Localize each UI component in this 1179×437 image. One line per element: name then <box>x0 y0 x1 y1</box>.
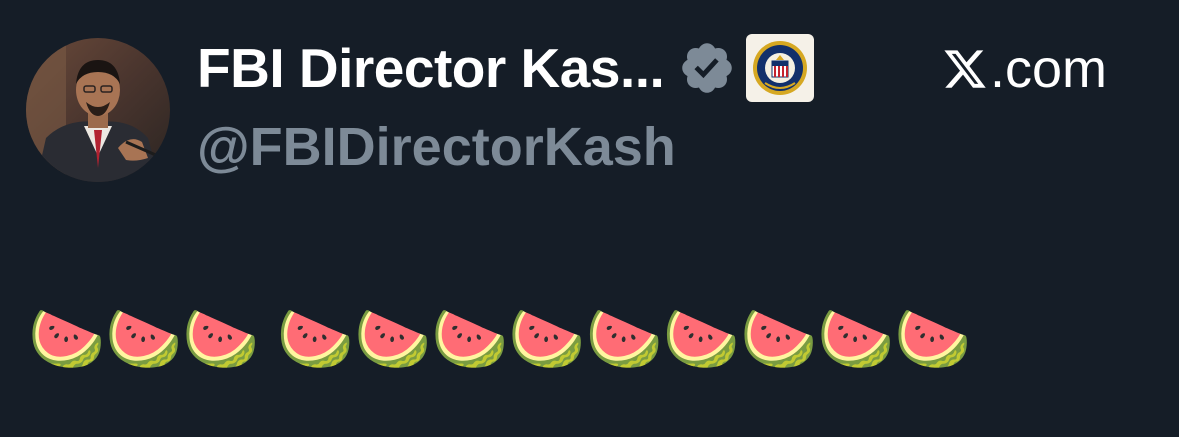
tweet-card: FBI Director Kas... .com @FBIDirectorKas… <box>0 0 1179 437</box>
user-handle[interactable]: @FBIDirectorKash <box>197 116 676 178</box>
x-brand[interactable]: .com <box>942 38 1107 100</box>
verified-badge-icon <box>678 39 736 97</box>
x-domain: .com <box>990 39 1108 99</box>
name-row: FBI Director Kas... <box>197 30 815 106</box>
display-name[interactable]: FBI Director Kas... <box>197 36 665 100</box>
x-logo-icon <box>942 46 988 92</box>
avatar[interactable] <box>26 38 170 182</box>
fbi-seal-icon[interactable] <box>746 34 815 102</box>
profile-photo <box>26 38 170 182</box>
tweet-text: 🍉🍉🍉 🍉🍉🍉🍉🍉🍉🍉🍉🍉 <box>28 305 972 374</box>
